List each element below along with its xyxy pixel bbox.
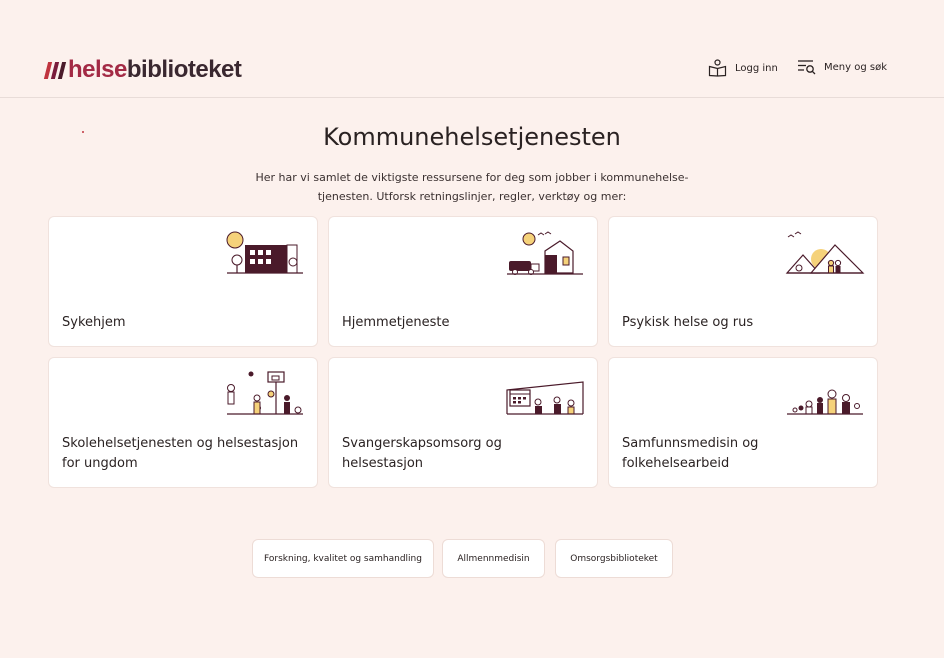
- card-label: Hjemmetjeneste: [342, 315, 450, 330]
- card-label: Psykisk helse og rus: [622, 315, 754, 330]
- link-forskning[interactable]: Forskning, kvalitet og samhandling: [252, 539, 434, 578]
- link-label: Forskning, kvalitet og samhandling: [264, 553, 422, 564]
- site-header: helse biblioteket Logg inn Meny og søk: [0, 0, 944, 98]
- link-allmennmedisin[interactable]: Allmennmedisin: [442, 539, 545, 578]
- logo-text-helse: helse: [68, 56, 127, 83]
- login-button[interactable]: Logg inn: [708, 59, 778, 77]
- mental-health-illustration: [785, 231, 865, 274]
- link-label: Omsorgsbiblioteket: [570, 553, 658, 564]
- card-hjemmetjeneste[interactable]: Hjemmetjeneste: [328, 216, 598, 347]
- card-psykisk-helse[interactable]: Psykisk helse og rus: [608, 216, 878, 347]
- menu-search-label: Meny og søk: [824, 61, 887, 73]
- home-care-illustration: [507, 231, 583, 275]
- link-label: Allmennmedisin: [457, 553, 530, 564]
- card-skolehelsetjenesten[interactable]: Skolehelsetjenesten og helsestasjon for …: [48, 357, 318, 488]
- card-sykehjem[interactable]: Sykehjem: [48, 216, 318, 347]
- school-health-illustration: [227, 371, 303, 415]
- nursing-home-illustration: [226, 231, 303, 274]
- public-health-illustration: [787, 389, 863, 415]
- card-label: Svangerskapsomsorg og helsestasjon: [342, 436, 502, 471]
- card-label: Skolehelsetjenesten og helsestasjon for …: [62, 436, 299, 471]
- login-label: Logg inn: [735, 62, 778, 74]
- menu-search-button[interactable]: Meny og søk: [797, 59, 887, 75]
- page-title: Kommunehelsetjenesten: [323, 123, 621, 151]
- card-label: Sykehjem: [62, 315, 126, 330]
- logo-text-bibliotek: biblioteket: [126, 56, 242, 83]
- page-intro: Her har vi samlet de viktigste ressursen…: [255, 171, 689, 203]
- link-omsorgsbiblioteket[interactable]: Omsorgsbiblioteket: [555, 539, 673, 578]
- site-logo[interactable]: helse biblioteket: [43, 56, 242, 84]
- card-samfunnsmedisin[interactable]: Samfunnsmedisin og folkehelsearbeid: [608, 357, 878, 488]
- maternity-care-illustration: [506, 381, 584, 415]
- logo-mark-icon: [43, 61, 67, 79]
- menu-search-icon: [798, 60, 816, 75]
- card-svangerskapsomsorg[interactable]: Svangerskapsomsorg og helsestasjon: [328, 357, 598, 488]
- open-book-icon: [708, 59, 727, 77]
- card-label: Samfunnsmedisin og folkehelsearbeid: [622, 436, 759, 471]
